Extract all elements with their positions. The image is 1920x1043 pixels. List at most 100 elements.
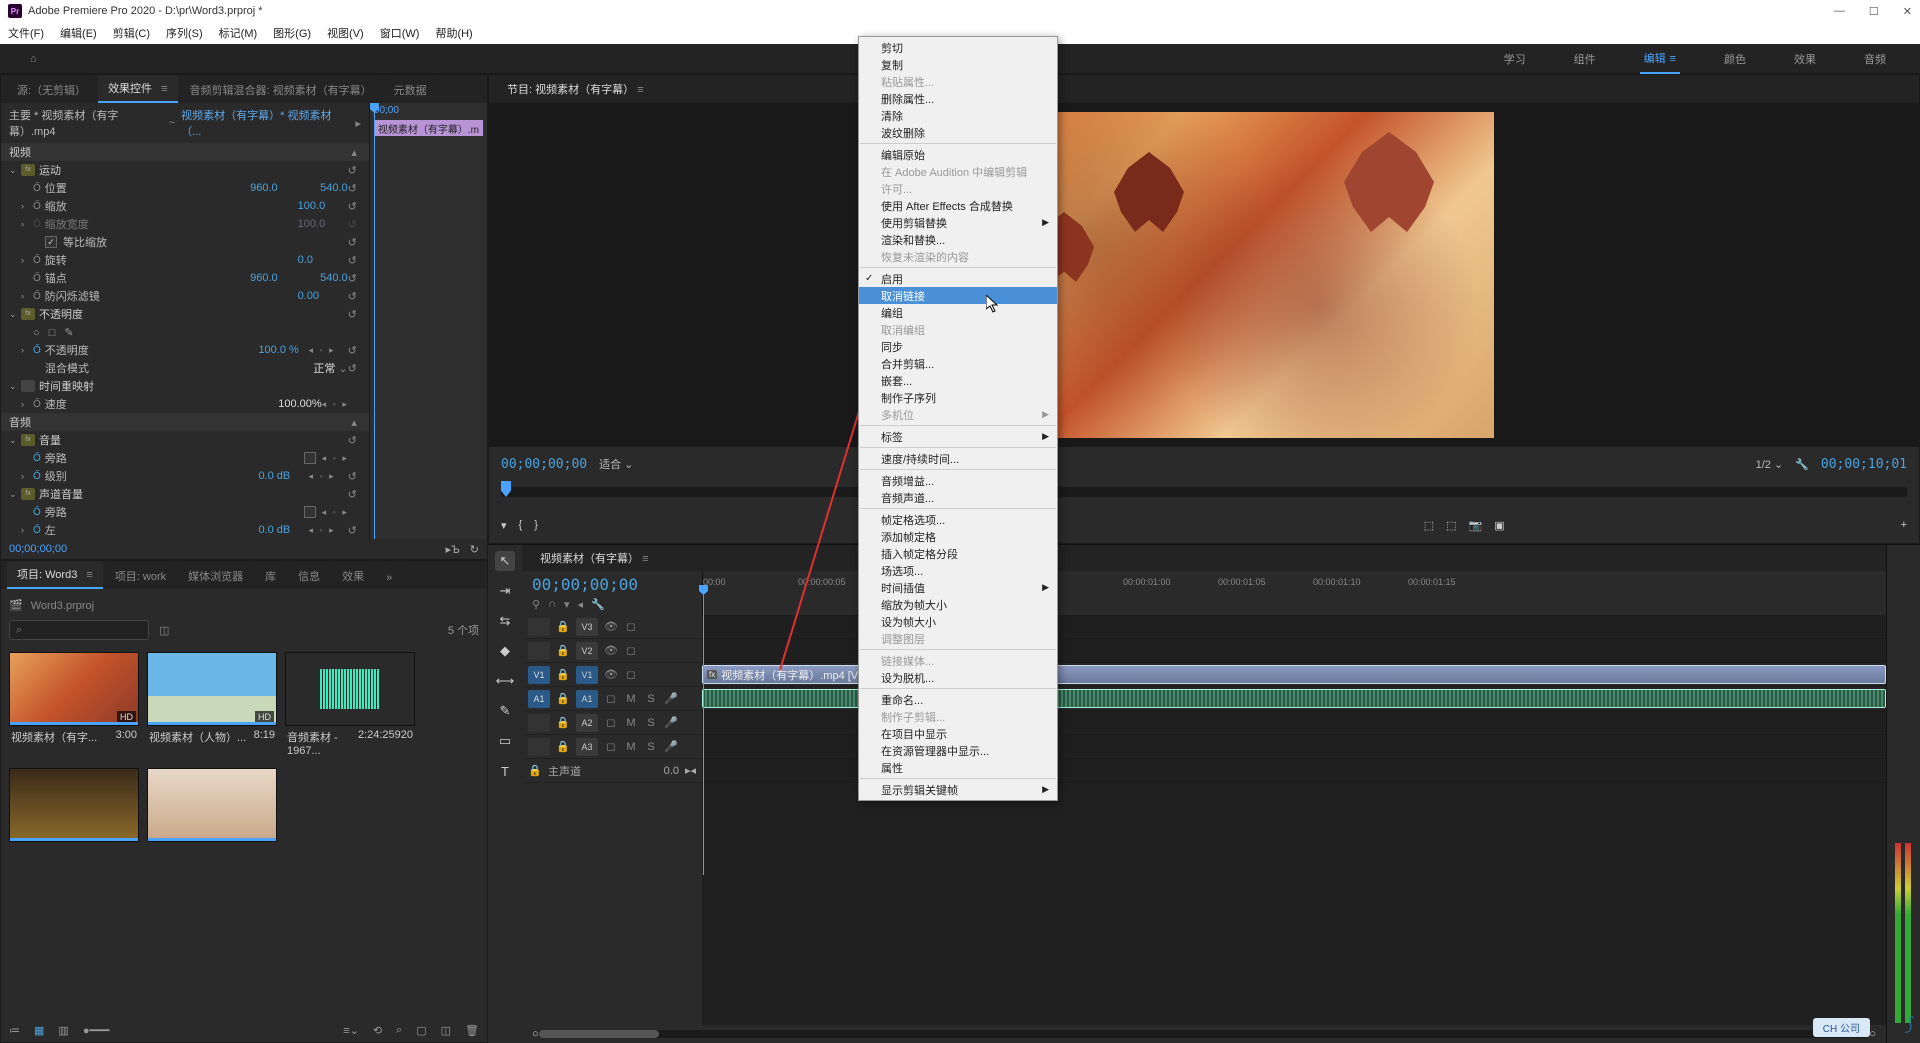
minimize-button[interactable]: — xyxy=(1834,5,1845,18)
keyframe-nav[interactable]: ◂ ◦ ▸ xyxy=(308,525,347,536)
tab-effect-controls[interactable]: 效果控件 ≡ xyxy=(98,75,177,103)
context-menu-item[interactable]: 时间插值▶ xyxy=(859,579,1057,596)
rotation-value[interactable]: 0.0 xyxy=(298,254,348,266)
reset-icon[interactable]: ↺ xyxy=(348,200,361,213)
reset-icon[interactable]: ↺ xyxy=(348,290,361,303)
context-menu-item[interactable]: 添加帧定格 xyxy=(859,528,1057,545)
fx-badge[interactable]: fx xyxy=(21,164,35,176)
tab-audio-mixer[interactable]: 音频剪辑混合器: 视频素材（有字幕） xyxy=(180,77,382,103)
find-icon[interactable]: ⌕ xyxy=(396,1024,402,1037)
speed-value[interactable]: 100.00% xyxy=(278,398,321,410)
reset-icon[interactable]: ↺ xyxy=(348,524,361,537)
timeline-tab[interactable]: 视频素材（有字幕） ≡ xyxy=(532,546,656,570)
eye-icon[interactable]: 👁 xyxy=(604,644,618,657)
menu-window[interactable]: 窗口(W) xyxy=(380,25,420,41)
type-tool-icon[interactable]: T xyxy=(495,761,515,781)
reset-icon[interactable]: ↺ xyxy=(348,182,361,195)
tab-libraries[interactable]: 库 xyxy=(255,563,286,589)
context-menu-item[interactable]: 在项目中显示 xyxy=(859,725,1057,742)
tab-overflow[interactable]: » xyxy=(376,567,402,589)
lock-icon[interactable]: 🔒 xyxy=(556,740,570,753)
track-a2[interactable]: A2 xyxy=(576,714,598,732)
timeline-tc[interactable]: 00;00;00;00 xyxy=(532,575,692,594)
anchor-y[interactable]: 540.0 xyxy=(320,272,348,284)
reset-icon[interactable]: ↺ xyxy=(348,362,361,375)
track-select-tool-icon[interactable]: ⇥ xyxy=(495,581,515,601)
eye-icon[interactable]: 👁 xyxy=(604,620,618,633)
prop-channel-volume[interactable]: 声道音量 xyxy=(39,486,179,502)
lock-icon[interactable]: 🔒 xyxy=(528,764,542,777)
lock-icon[interactable]: 🔒 xyxy=(556,668,570,681)
stopwatch-icon[interactable]: Ő xyxy=(33,399,41,410)
mask-icons[interactable]: ○ □ ✎ xyxy=(33,326,77,339)
ripple-tool-icon[interactable]: ⇆ xyxy=(495,611,515,631)
project-item[interactable]: 音频素材 - 1967...2:24:25920 xyxy=(285,652,415,760)
play-icon[interactable]: ▸Ъ xyxy=(446,543,460,556)
sort-icon[interactable]: ≡⌄ xyxy=(343,1024,359,1037)
export-frame-icon[interactable]: 📷 xyxy=(1469,519,1483,532)
context-menu-item[interactable]: 使用剪辑替换▶ xyxy=(859,214,1057,231)
menu-file[interactable]: 文件(F) xyxy=(8,25,44,41)
context-menu-item[interactable]: 帧定格选项... xyxy=(859,511,1057,528)
track-v1[interactable]: V1 xyxy=(576,666,598,684)
mark-out-icon[interactable]: } xyxy=(534,519,538,531)
level-value[interactable]: 0.0 dB xyxy=(258,470,308,482)
wrench-icon[interactable]: 🔧 xyxy=(1795,458,1809,471)
context-menu-item[interactable]: ✓启用 xyxy=(859,270,1057,287)
menu-graphics[interactable]: 图形(G) xyxy=(273,25,311,41)
context-menu-item[interactable]: 显示剪辑关键帧▶ xyxy=(859,781,1057,798)
context-menu-item[interactable]: 编辑原始 xyxy=(859,146,1057,163)
context-menu-item[interactable]: 嵌套... xyxy=(859,372,1057,389)
menu-markers[interactable]: 标记(M) xyxy=(219,25,258,41)
program-zoom[interactable]: 1/2 ⌄ xyxy=(1756,458,1784,471)
stopwatch-icon[interactable]: Ő xyxy=(33,471,41,482)
settings-icon[interactable]: ◂ xyxy=(578,598,584,611)
stopwatch-icon[interactable]: Ő xyxy=(33,507,41,518)
zoom-slider[interactable]: ●━━━ xyxy=(83,1024,110,1037)
workspace-color[interactable]: 颜色 xyxy=(1720,45,1750,73)
stopwatch-icon[interactable]: Ő xyxy=(33,273,41,284)
prop-time-remap[interactable]: 时间重映射 xyxy=(39,378,179,394)
tab-project[interactable]: 项目: Word3 ≡ xyxy=(7,561,103,589)
slip-tool-icon[interactable]: ⟷ xyxy=(495,671,515,691)
fx-badge[interactable]: fx xyxy=(21,488,35,500)
context-menu-item[interactable]: 同步 xyxy=(859,338,1057,355)
program-scrubber[interactable] xyxy=(489,481,1919,507)
context-menu-item[interactable]: 取消链接 xyxy=(859,287,1057,304)
extract-icon[interactable]: ⬚ xyxy=(1446,519,1456,532)
program-video[interactable] xyxy=(489,103,1919,447)
opacity-value[interactable]: 100.0 % xyxy=(258,344,308,356)
button-editor-icon[interactable]: + xyxy=(1901,519,1919,531)
home-icon[interactable]: ⌂ xyxy=(30,53,37,65)
context-menu-item[interactable]: 设为脱机... xyxy=(859,669,1057,686)
context-menu-item[interactable]: 清除 xyxy=(859,107,1057,124)
scale-value[interactable]: 100.0 xyxy=(298,200,348,212)
comparison-icon[interactable]: ▣ xyxy=(1494,519,1504,532)
context-menu-item[interactable]: 渲染和替换... xyxy=(859,231,1057,248)
stopwatch-icon[interactable]: Ő xyxy=(33,201,41,212)
lock-icon[interactable]: 🔒 xyxy=(556,716,570,729)
ec-footer-timecode[interactable]: 00;00;00;00 xyxy=(9,543,67,555)
icon-view-icon[interactable]: ▦ xyxy=(34,1024,44,1037)
menu-view[interactable]: 视图(V) xyxy=(327,25,364,41)
bypass-checkbox[interactable] xyxy=(304,506,316,518)
position-y[interactable]: 540.0 xyxy=(320,182,348,194)
track-a3[interactable]: A3 xyxy=(576,738,598,756)
context-menu-item[interactable]: 属性 xyxy=(859,759,1057,776)
workspace-audio[interactable]: 音频 xyxy=(1860,45,1890,73)
lock-icon[interactable]: 🔒 xyxy=(556,620,570,633)
context-menu-item[interactable]: 插入帧定格分段 xyxy=(859,545,1057,562)
stopwatch-icon[interactable]: Ő xyxy=(33,255,41,266)
new-item-icon[interactable]: ◫ xyxy=(441,1024,451,1037)
fx-badge[interactable]: fx xyxy=(21,434,35,446)
anchor-x[interactable]: 960.0 xyxy=(250,272,300,284)
mute-icon[interactable]: M xyxy=(624,693,638,705)
menu-help[interactable]: 帮助(H) xyxy=(435,25,472,41)
snap-icon[interactable]: ⚲ xyxy=(532,598,540,611)
add-marker-icon[interactable]: ▾ xyxy=(501,519,507,532)
context-menu-item[interactable]: 使用 After Effects 合成替换 xyxy=(859,197,1057,214)
context-menu-item[interactable]: 复制 xyxy=(859,56,1057,73)
prop-volume[interactable]: 音量 xyxy=(39,432,179,448)
tab-project-work[interactable]: 项目: work xyxy=(105,563,176,589)
linked-selection-icon[interactable]: ∩ xyxy=(548,598,556,611)
